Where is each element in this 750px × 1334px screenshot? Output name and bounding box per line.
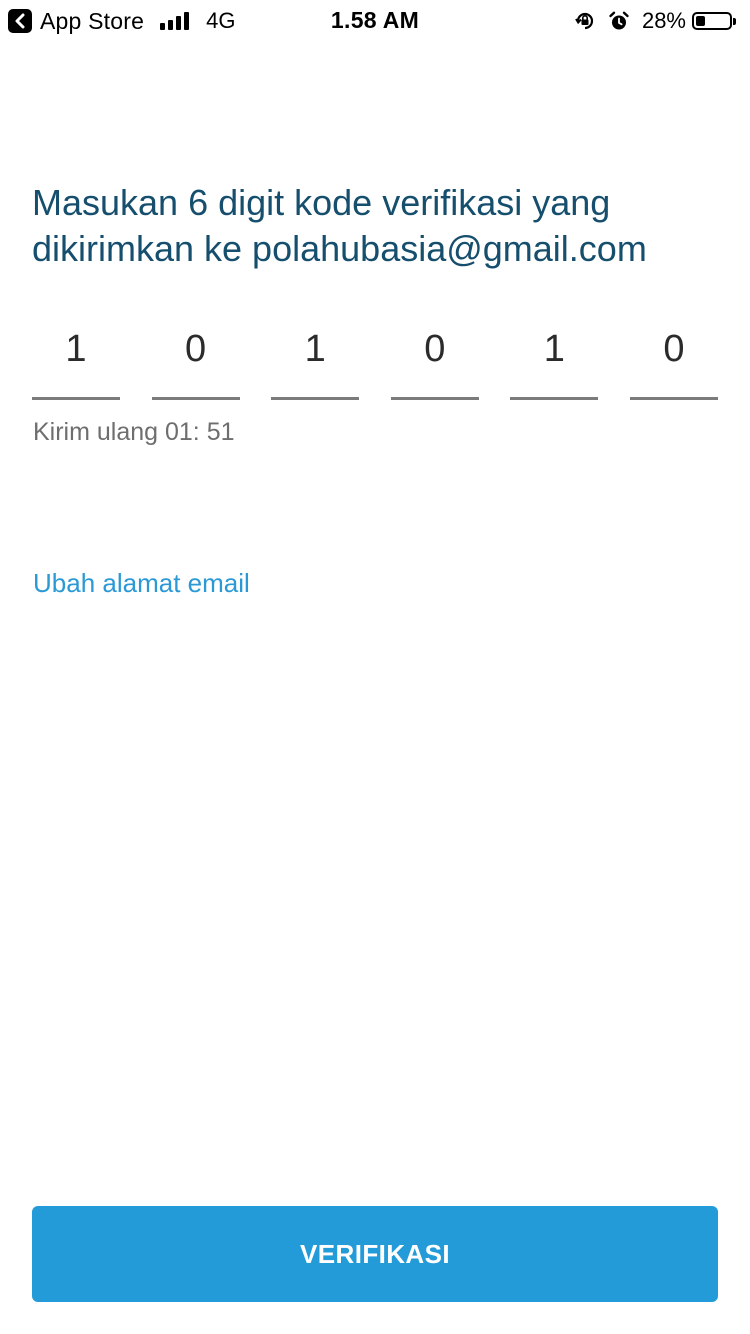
- title-line-1: Masukan 6 digit kode verifikasi yang: [32, 182, 611, 223]
- battery-percent: 28%: [641, 8, 686, 33]
- code-digit-input-3[interactable]: [271, 318, 360, 400]
- status-bar: App Store 4G 1.58 AM 28%: [0, 0, 750, 40]
- title-line-2: dikirimkan ke polahubasia@gmail.com: [32, 228, 647, 269]
- verification-code-inputs: [32, 318, 718, 402]
- orientation-lock-icon: [574, 10, 596, 32]
- status-bar-right: 28%: [562, 7, 736, 35]
- alarm-clock-icon: [608, 10, 630, 32]
- code-digit-input-6[interactable]: [629, 318, 718, 400]
- code-digit-input-2[interactable]: [151, 318, 240, 400]
- verify-button[interactable]: VERIFIKASI: [32, 1206, 718, 1302]
- resend-countdown: Kirim ulang 01: 51: [33, 418, 235, 446]
- battery-nub: [733, 17, 736, 25]
- code-digit-input-1[interactable]: [32, 318, 120, 400]
- battery-level-fill: [696, 16, 705, 26]
- verification-instructions-title: Masukan 6 digit kode verifikasi yang dik…: [32, 180, 722, 272]
- code-digit-input-4[interactable]: [390, 318, 479, 400]
- code-digit-input-5[interactable]: [510, 318, 599, 400]
- change-email-link[interactable]: Ubah alamat email: [33, 568, 250, 599]
- battery-icon: [692, 12, 732, 30]
